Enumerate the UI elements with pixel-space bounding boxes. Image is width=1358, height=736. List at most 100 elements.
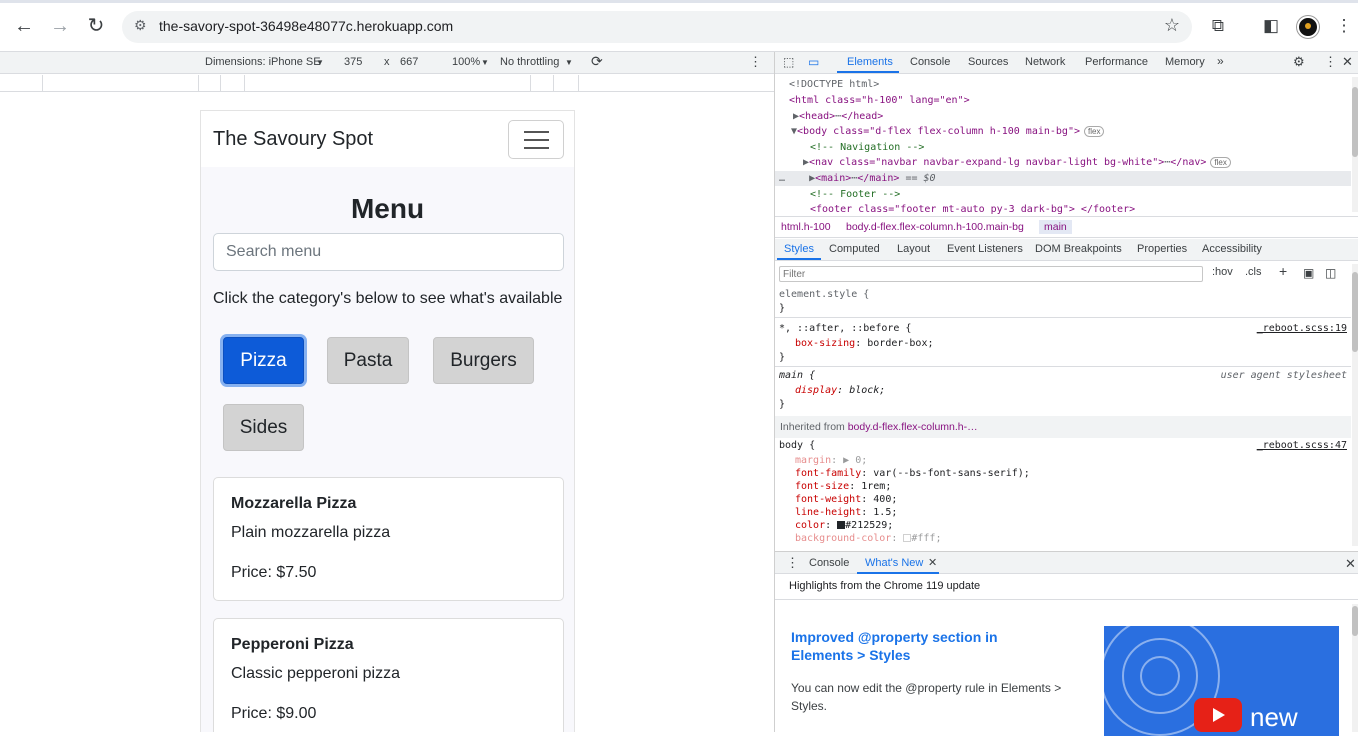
zoom-select[interactable]: 100% — [452, 56, 480, 68]
search-input[interactable] — [213, 233, 564, 271]
device-toggle-icon[interactable]: ▭ — [808, 55, 819, 69]
device-more-icon[interactable]: ⋮ — [749, 54, 762, 70]
url-text[interactable]: the-savory-spot-36498e48077c.herokuapp.c… — [159, 18, 453, 34]
paint-icon[interactable]: ▣ — [1303, 266, 1314, 280]
settings-gear-icon[interactable]: ⚙ — [1293, 54, 1305, 70]
tab-performance[interactable]: Performance — [1085, 56, 1148, 68]
tab-sources[interactable]: Sources — [968, 56, 1008, 68]
dom-html[interactable]: <html class="h-100" lang="en"> — [789, 93, 970, 109]
drawer-tab-whats-new[interactable]: What's New — [865, 557, 923, 569]
style-property-line[interactable]: box-sizing: border-box; — [795, 338, 934, 349]
extensions-icon[interactable]: ⧉ — [1206, 14, 1230, 38]
devtools-more-icon[interactable]: ⋮ — [1324, 54, 1337, 70]
dom-main-line[interactable]: … ▶<main>⋯</main> == $0 — [779, 171, 936, 187]
dom-head-line[interactable]: ▶<head>⋯</head> — [793, 109, 883, 125]
style-property-line[interactable]: margin: ▶ 0; — [795, 455, 867, 466]
flex-badge[interactable]: flex — [1084, 126, 1105, 137]
drawer-menu-icon[interactable]: ⋮ — [786, 555, 799, 571]
youtube-play-icon[interactable] — [1194, 698, 1242, 732]
inspect-icon[interactable]: ⬚ — [783, 55, 794, 69]
styles-scrollbar[interactable] — [1352, 264, 1358, 546]
width-field[interactable]: 375 — [344, 56, 362, 68]
style-property-line[interactable]: font-weight: 400; — [795, 494, 897, 505]
rule-body-source[interactable]: _reboot.scss:47 — [1257, 440, 1347, 451]
tab-styles[interactable]: Styles — [784, 243, 814, 255]
drawer-scrollbar[interactable] — [1352, 604, 1358, 732]
zoom-caret-icon[interactable]: ▼ — [481, 58, 489, 67]
dom-nav-line[interactable]: ▶<nav class="navbar navbar-expand-lg nav… — [803, 155, 1231, 171]
whats-new-title-link[interactable]: Improved @property section in Elements >… — [791, 628, 1041, 664]
dom-comment-footer[interactable]: <!-- Footer --> — [810, 187, 900, 203]
rotate-icon[interactable]: ⟳ — [591, 53, 603, 70]
dom-body-line[interactable]: ▼<body class="d-flex flex-column h-100 m… — [791, 124, 1105, 140]
site-brand[interactable]: The Savoury Spot — [213, 128, 373, 151]
tab-event-listeners[interactable]: Event Listeners — [947, 243, 1023, 255]
drawer-tab-console[interactable]: Console — [809, 557, 849, 569]
devtools-tabbar: ⬚ ▭ Elements Console Sources Network Per… — [775, 52, 1358, 74]
tab-layout[interactable]: Layout — [897, 243, 930, 255]
close-drawer-icon[interactable]: ✕ — [1345, 556, 1356, 572]
dom-doctype[interactable]: <!DOCTYPE html> — [789, 77, 879, 93]
category-button-sides[interactable]: Sides — [223, 404, 304, 451]
style-property-line[interactable]: font-size: 1rem; — [795, 481, 891, 492]
dimensions-select[interactable]: Dimensions: iPhone SE — [205, 56, 321, 68]
emulated-page: The Savoury Spot Menu Click the category… — [200, 110, 575, 732]
new-rule-icon[interactable]: + — [1279, 263, 1287, 279]
breadcrumb-body[interactable]: body.d-flex.flex-column.h-100.main-bg — [846, 221, 1024, 233]
category-button-burgers[interactable]: Burgers — [433, 337, 534, 384]
inherited-header: Inherited from body.d-flex.flex-column.h… — [775, 416, 1351, 438]
hov-button[interactable]: :hov — [1212, 266, 1233, 278]
height-field[interactable]: 667 — [400, 56, 418, 68]
toggle-sidebar-icon[interactable]: ◫ — [1325, 266, 1336, 280]
dom-scrollbar[interactable] — [1352, 77, 1358, 212]
breadcrumb-html[interactable]: html.h-100 — [781, 221, 831, 233]
throttling-caret-icon[interactable]: ▼ — [565, 58, 573, 67]
dimensions-caret-icon[interactable]: ▼ — [316, 58, 324, 67]
tab-network[interactable]: Network — [1025, 56, 1065, 68]
style-property-line[interactable]: line-height: 1.5; — [795, 507, 897, 518]
throttling-select[interactable]: No throttling — [500, 56, 559, 68]
close-tab-icon[interactable]: ✕ — [928, 556, 937, 569]
flex-badge[interactable]: flex — [1210, 157, 1231, 168]
close-devtools-icon[interactable]: ✕ — [1342, 54, 1353, 70]
styles-filter-input[interactable] — [779, 266, 1203, 282]
tab-computed[interactable]: Computed — [829, 243, 880, 255]
cls-button[interactable]: .cls — [1245, 266, 1262, 278]
rule-universal-source[interactable]: _reboot.scss:19 — [1257, 323, 1347, 334]
tune-icon[interactable]: ⚙ — [134, 17, 147, 34]
breadcrumb-main[interactable]: main — [1039, 220, 1072, 234]
side-panel-icon[interactable]: ◧ — [1259, 14, 1283, 38]
style-property-line[interactable]: color: #212529; — [795, 520, 893, 531]
back-icon[interactable]: ← — [11, 13, 37, 39]
star-icon[interactable]: ☆ — [1164, 15, 1180, 36]
rule-main-selector[interactable]: main { — [779, 370, 815, 381]
tab-elements[interactable]: Elements — [847, 56, 893, 68]
rule-element-style[interactable]: element.style { — [779, 289, 869, 300]
more-tabs-icon[interactable]: » — [1217, 54, 1224, 68]
style-property-line[interactable]: display: block; — [795, 385, 885, 396]
address-bar[interactable]: ⚙ the-savory-spot-36498e48077c.herokuapp… — [122, 11, 1192, 43]
tab-memory[interactable]: Memory — [1165, 56, 1205, 68]
whats-new-video-thumbnail[interactable]: new — [1104, 626, 1339, 736]
dom-footer[interactable]: <footer class="footer mt-auto py-3 dark-… — [810, 202, 1135, 217]
forward-icon[interactable]: → — [47, 13, 73, 39]
dom-comment-nav[interactable]: <!-- Navigation --> — [810, 140, 924, 156]
inherited-source-link[interactable]: body.d-flex.flex-column.h-… — [848, 421, 978, 433]
hamburger-menu-icon[interactable] — [508, 120, 564, 159]
rule-universal-selector[interactable]: *, ::after, ::before { — [779, 323, 911, 334]
style-prop-name: color — [795, 520, 826, 531]
menu-item-description: Plain mozzarella pizza — [231, 524, 391, 541]
tab-console[interactable]: Console — [910, 56, 950, 68]
category-button-pizza[interactable]: Pizza — [223, 337, 304, 384]
style-property-line[interactable]: font-family: var(--bs-font-sans-serif); — [795, 468, 1030, 479]
rule-body-selector[interactable]: body { — [779, 440, 815, 451]
profile-avatar[interactable] — [1297, 16, 1319, 38]
tab-accessibility[interactable]: Accessibility — [1202, 243, 1262, 255]
style-property-line[interactable]: background-color: #fff; — [795, 533, 941, 544]
reload-icon[interactable]: ↻ — [83, 13, 109, 39]
more-icon[interactable]: ⋮ — [1332, 14, 1356, 38]
color-swatch[interactable] — [837, 521, 846, 529]
category-button-pasta[interactable]: Pasta — [327, 337, 409, 384]
tab-dom-breakpoints[interactable]: DOM Breakpoints — [1035, 243, 1122, 255]
tab-properties[interactable]: Properties — [1137, 243, 1187, 255]
